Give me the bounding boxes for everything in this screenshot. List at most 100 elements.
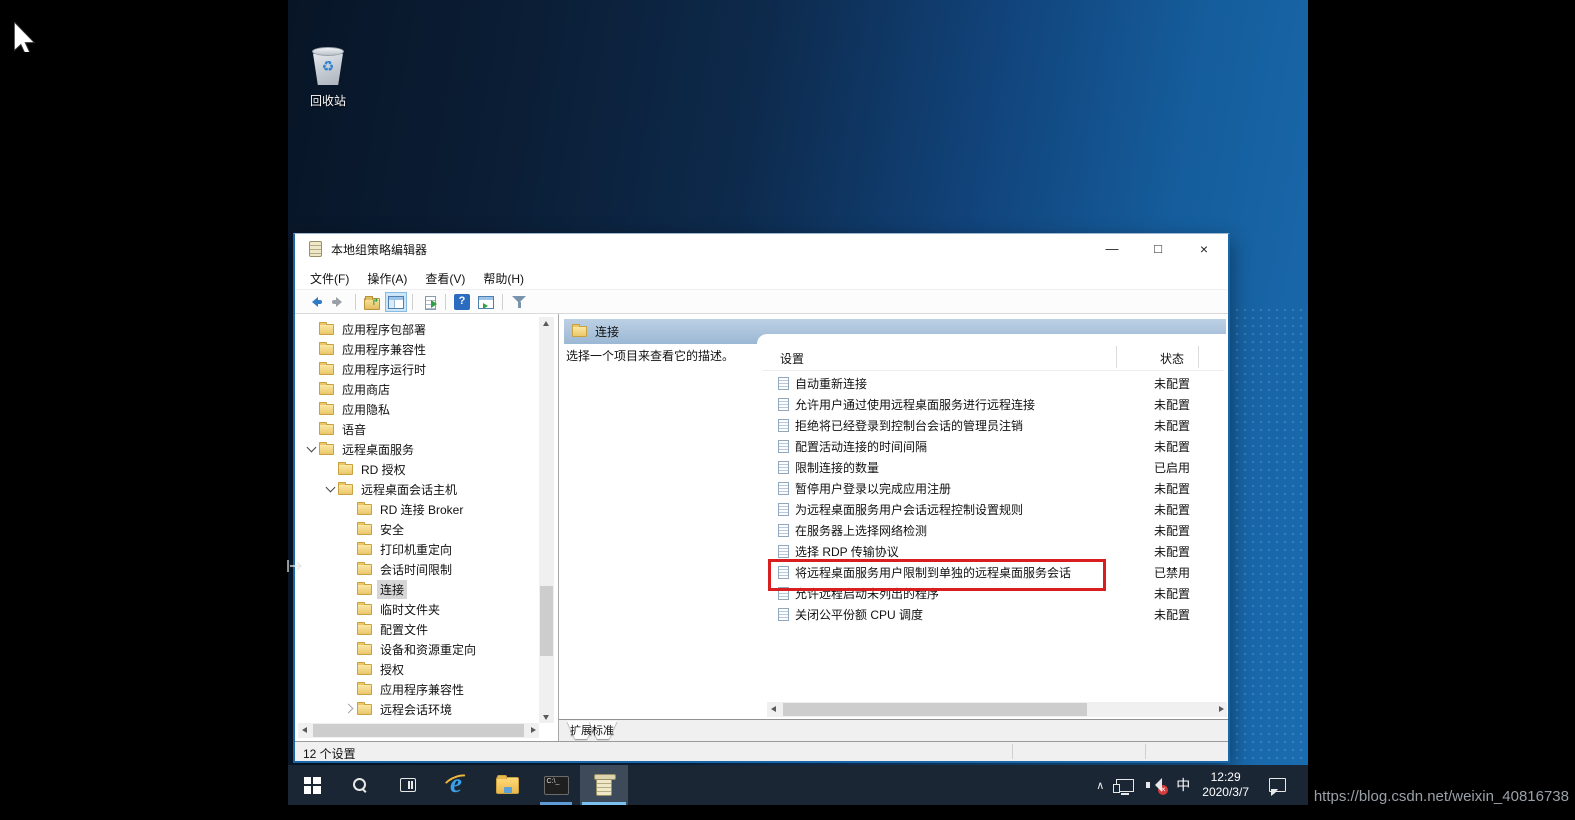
title-bar[interactable]: 本地组策略编辑器 — □ × bbox=[295, 234, 1228, 264]
help-button[interactable] bbox=[451, 292, 473, 312]
tree-item-label: 配置文件 bbox=[377, 620, 431, 639]
maximize-button[interactable]: □ bbox=[1139, 234, 1177, 264]
tree-item-label: 应用隐私 bbox=[339, 400, 393, 419]
close-button[interactable]: × bbox=[1185, 234, 1223, 264]
setting-row[interactable]: 暂停用户登录以完成应用注册未配置 bbox=[767, 478, 1227, 499]
tree-item[interactable]: 应用商店 bbox=[295, 379, 535, 399]
tree-item[interactable]: 应用程序兼容性 bbox=[295, 339, 535, 359]
policy-icon bbox=[778, 524, 789, 537]
policy-icon bbox=[778, 461, 789, 474]
tree-item[interactable]: 远程桌面服务 bbox=[295, 439, 535, 459]
column-header-setting[interactable]: 设置 bbox=[780, 350, 804, 367]
policy-icon bbox=[778, 503, 789, 516]
volume-muted-icon[interactable]: × bbox=[1146, 778, 1164, 792]
setting-row[interactable]: 配置活动连接的时间间隔未配置 bbox=[767, 436, 1227, 457]
network-icon[interactable] bbox=[1116, 779, 1134, 792]
tree-item[interactable]: 配置文件 bbox=[295, 619, 535, 639]
chevron-down-icon[interactable] bbox=[324, 482, 338, 496]
menu-file[interactable]: 文件(F) bbox=[301, 265, 358, 287]
tree-item[interactable]: 设备和资源重定向 bbox=[295, 639, 535, 659]
setting-row[interactable]: 允许用户通过使用远程桌面服务进行远程连接未配置 bbox=[767, 394, 1227, 415]
taskbar-search-button[interactable] bbox=[336, 765, 384, 805]
action-center-icon[interactable] bbox=[1269, 778, 1286, 792]
list-horizontal-scrollbar[interactable] bbox=[767, 702, 1227, 717]
folder-icon bbox=[357, 604, 372, 615]
setting-state: 未配置 bbox=[1154, 606, 1190, 623]
menu-view[interactable]: 查看(V) bbox=[416, 265, 474, 287]
minimize-button[interactable]: — bbox=[1093, 234, 1131, 264]
tree-item[interactable]: 远程桌面会话主机 bbox=[295, 479, 535, 499]
twisty-none bbox=[343, 582, 357, 596]
tree-item[interactable]: 应用隐私 bbox=[295, 399, 535, 419]
up-one-level-button[interactable] bbox=[361, 292, 383, 312]
tree-item[interactable]: 会话时间限制 bbox=[295, 559, 535, 579]
column-header-state[interactable]: 状态 bbox=[1160, 350, 1184, 367]
setting-row[interactable]: 为远程桌面服务用户会话远程控制设置规则未配置 bbox=[767, 499, 1227, 520]
forward-button[interactable] bbox=[328, 292, 350, 312]
chevron-right-icon[interactable] bbox=[343, 702, 357, 716]
scroll-left-icon[interactable] bbox=[298, 723, 312, 737]
tree-item[interactable]: RD 连接 Broker bbox=[295, 499, 535, 519]
tree-horizontal-scrollbar[interactable] bbox=[298, 723, 539, 738]
tree-item[interactable]: 安全 bbox=[295, 519, 535, 539]
setting-row[interactable]: 限制连接的数量已启用 bbox=[767, 457, 1227, 478]
start-button[interactable] bbox=[288, 765, 336, 805]
export-list-button[interactable] bbox=[418, 292, 440, 312]
scrollbar-thumb[interactable] bbox=[783, 703, 1087, 716]
setting-row[interactable]: 将远程桌面服务用户限制到单独的远程桌面服务会话已禁用 bbox=[767, 562, 1227, 583]
setting-row[interactable]: 拒绝将已经登录到控制台会话的管理员注销未配置 bbox=[767, 415, 1227, 436]
scrollbar-thumb[interactable] bbox=[313, 724, 524, 737]
scroll-right-icon[interactable] bbox=[1213, 702, 1227, 716]
scroll-left-icon[interactable] bbox=[767, 702, 781, 716]
setting-row[interactable]: 关闭公平份额 CPU 调度未配置 bbox=[767, 604, 1227, 625]
tree-item[interactable]: 语音 bbox=[295, 419, 535, 439]
setting-state: 未配置 bbox=[1154, 417, 1190, 434]
menu-help[interactable]: 帮助(H) bbox=[474, 265, 533, 287]
tree-item[interactable]: 应用程序运行时 bbox=[295, 359, 535, 379]
task-view-button[interactable] bbox=[384, 765, 432, 805]
gpedit-taskbar-button[interactable] bbox=[580, 765, 628, 805]
tree-item[interactable]: 打印机重定向 bbox=[295, 539, 535, 559]
internet-explorer-button[interactable]: e bbox=[432, 765, 482, 805]
tab-unselected[interactable]: 标准 bbox=[589, 721, 617, 739]
tree-item[interactable]: 授权 bbox=[295, 659, 535, 679]
scroll-up-icon[interactable] bbox=[539, 317, 553, 331]
tree-item[interactable]: 临时文件夹 bbox=[295, 599, 535, 619]
ime-indicator[interactable]: 中 bbox=[1176, 775, 1190, 795]
tree-item-label: 远程桌面服务 bbox=[339, 440, 417, 459]
folder-icon bbox=[357, 544, 372, 555]
show-window-button[interactable] bbox=[475, 292, 497, 312]
tree-item[interactable]: 连接 bbox=[295, 579, 535, 599]
setting-row[interactable]: 在服务器上选择网络检测未配置 bbox=[767, 520, 1227, 541]
folder-icon bbox=[319, 344, 334, 355]
tree-item[interactable]: 远程会话环境 bbox=[295, 699, 535, 719]
recycle-bin[interactable]: ♻ 回收站 bbox=[300, 45, 356, 109]
tree-item[interactable]: 应用程序兼容性 bbox=[295, 679, 535, 699]
scroll-down-icon[interactable] bbox=[539, 709, 553, 723]
menu-action[interactable]: 操作(A) bbox=[358, 265, 416, 287]
status-text: 12 个设置 bbox=[303, 745, 356, 762]
column-separator[interactable] bbox=[1116, 346, 1117, 368]
toolbar-separator bbox=[502, 294, 503, 310]
twisty-none bbox=[343, 682, 357, 696]
taskbar: e ∧ × 中 12:29 2020/3/7 bbox=[288, 765, 1308, 805]
tree-item[interactable]: 应用程序包部署 bbox=[295, 319, 535, 339]
taskbar-clock[interactable]: 12:29 2020/3/7 bbox=[1202, 770, 1249, 800]
setting-row[interactable]: 自动重新连接未配置 bbox=[767, 373, 1227, 394]
recycle-bin-icon: ♻ bbox=[311, 45, 345, 85]
scroll-right-icon[interactable] bbox=[525, 723, 539, 737]
show-console-tree-button[interactable] bbox=[385, 292, 407, 312]
scrollbar-thumb[interactable] bbox=[540, 586, 553, 656]
tree-item[interactable]: RD 授权 bbox=[295, 459, 535, 479]
tree-vertical-scrollbar[interactable] bbox=[539, 317, 554, 723]
folder-icon bbox=[572, 326, 587, 337]
tree-item-label: 应用程序运行时 bbox=[339, 360, 429, 379]
file-explorer-button[interactable] bbox=[482, 765, 532, 805]
chevron-down-icon[interactable] bbox=[305, 442, 319, 456]
column-separator[interactable] bbox=[1198, 346, 1199, 368]
back-button[interactable] bbox=[304, 292, 326, 312]
hidden-icons-chevron-icon[interactable]: ∧ bbox=[1096, 779, 1104, 792]
tree-item-label: 应用程序兼容性 bbox=[377, 680, 467, 699]
filter-button[interactable] bbox=[508, 292, 530, 312]
command-prompt-button[interactable] bbox=[532, 765, 580, 805]
